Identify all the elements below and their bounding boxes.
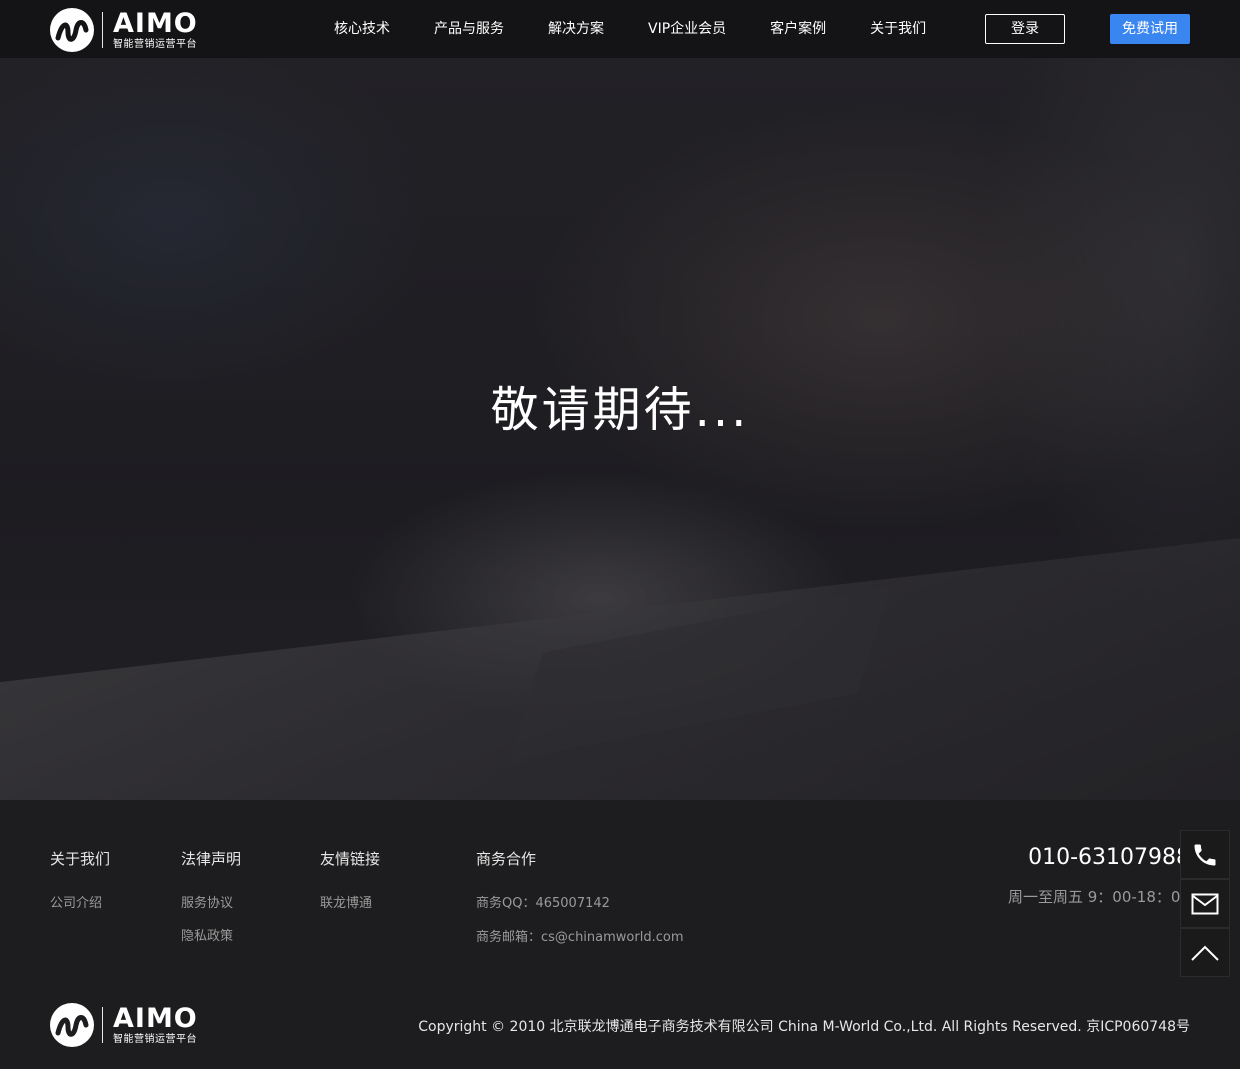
nav-item-core-tech[interactable]: 核心技术 [312, 0, 412, 58]
logo-subtitle: 智能营销运营平台 [113, 1034, 197, 1045]
nav-item-solutions[interactable]: 解决方案 [526, 0, 626, 58]
logo-mark-icon [50, 8, 94, 52]
main-nav: 核心技术 产品与服务 解决方案 VIP企业会员 客户案例 关于我们 [312, 0, 948, 58]
business-email[interactable]: 商务邮箱：cs@chinamworld.com [476, 926, 683, 945]
footer-link-service-agreement[interactable]: 服务协议 [181, 892, 241, 911]
footer-link-lianlong[interactable]: 联龙博通 [320, 892, 380, 911]
footer-logo[interactable]: AIMO 智能营销运营平台 [50, 1003, 198, 1047]
contact-phone: 010-63107988 [1028, 845, 1190, 870]
footer-heading: 商务合作 [476, 850, 537, 868]
footer-col-about: 关于我们 公司介绍 [50, 848, 110, 925]
logo-brand: AIMO [113, 1003, 198, 1034]
footer-heading: 友情链接 [320, 850, 381, 868]
hero-title: 敬请期待... [490, 382, 750, 438]
footer-col-legal: 法律声明 服务协议 隐私政策 [181, 848, 241, 958]
footer-heading: 法律声明 [181, 850, 242, 868]
side-contact-widget [1180, 830, 1230, 977]
hero-banner: 敬请期待... [0, 58, 1240, 800]
free-trial-button[interactable]: 免费试用 [1110, 14, 1190, 44]
nav-item-vip[interactable]: VIP企业会员 [626, 0, 748, 58]
footer-col-friend-links: 友情链接 联龙博通 [320, 848, 380, 925]
footer-col-business: 商务合作 商务QQ：465007142 商务邮箱：cs@chinamworld.… [476, 848, 683, 960]
mail-icon[interactable] [1180, 879, 1230, 928]
back-to-top-icon[interactable] [1180, 928, 1230, 977]
login-button[interactable]: 登录 [985, 14, 1065, 44]
footer-link-privacy[interactable]: 隐私政策 [181, 925, 241, 944]
footer-heading: 关于我们 [50, 850, 111, 868]
nav-item-products[interactable]: 产品与服务 [412, 0, 526, 58]
logo-mark-icon [50, 1003, 94, 1047]
phone-icon[interactable] [1180, 830, 1230, 879]
top-header: AIMO 智能营销运营平台 核心技术 产品与服务 解决方案 VIP企业会员 客户… [0, 0, 1240, 58]
business-hours: 周一至周五 9：00-18：00 [1008, 888, 1190, 906]
nav-item-cases[interactable]: 客户案例 [748, 0, 848, 58]
logo[interactable]: AIMO 智能营销运营平台 [50, 8, 198, 52]
nav-item-about[interactable]: 关于我们 [848, 0, 948, 58]
footer-link-company-intro[interactable]: 公司介绍 [50, 892, 110, 911]
copyright-text: Copyright © 2010 北京联龙博通电子商务技术有限公司 China … [418, 1019, 1190, 1035]
logo-brand: AIMO [113, 8, 198, 39]
business-qq: 商务QQ：465007142 [476, 896, 610, 911]
logo-subtitle: 智能营销运营平台 [113, 39, 197, 50]
footer: 关于我们 公司介绍 法律声明 服务协议 隐私政策 友情链接 联龙博通 商务合作 … [0, 800, 1240, 1069]
logo-separator [102, 1007, 103, 1043]
logo-separator [102, 12, 103, 48]
